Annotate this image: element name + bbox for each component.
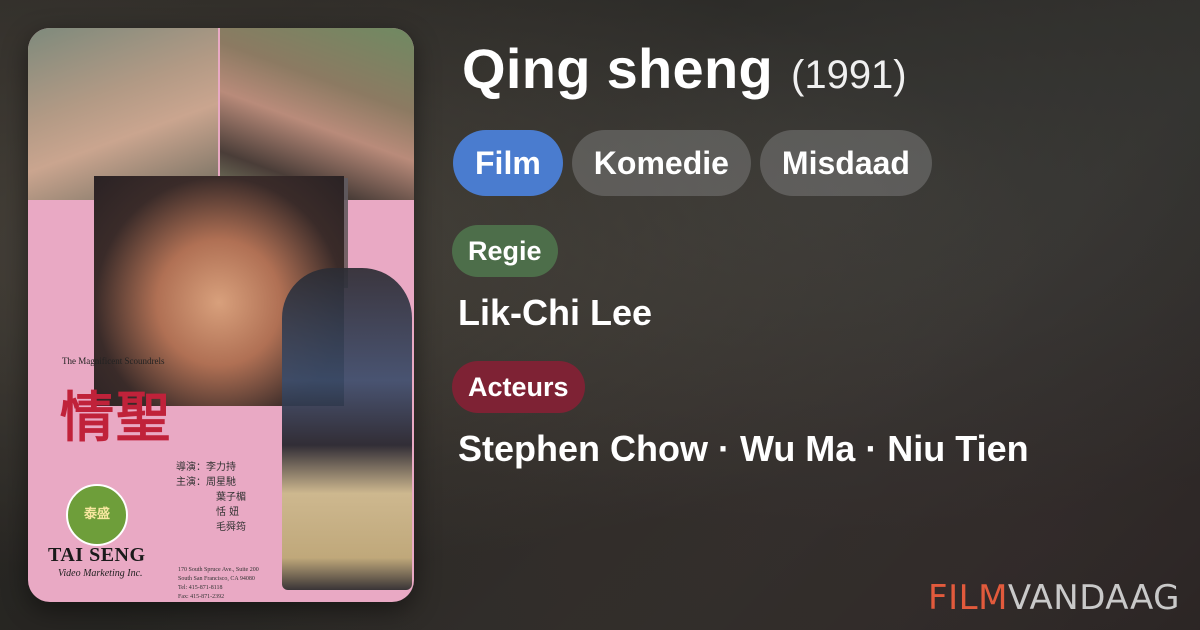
poster-credit-line: 導演：李力持	[176, 462, 236, 473]
brand-part-film: FILM	[928, 578, 1008, 618]
poster-photo-man	[282, 268, 412, 590]
genre-list: Film Komedie Misdaad	[453, 130, 932, 196]
title-row: Qing sheng (1991)	[462, 36, 907, 101]
poster-credit-line: 恬 妞	[216, 507, 240, 518]
poster-company-sub: Video Marketing Inc.	[58, 568, 143, 579]
actors-list[interactable]: Stephen Chow · Wu Ma · Niu Tien	[458, 428, 1029, 470]
poster-company: TAI SENG	[48, 544, 146, 566]
address-line: 170 South Spruce Ave., Suite 200	[178, 567, 259, 573]
movie-title: Qing sheng	[462, 37, 773, 100]
movie-poster[interactable]: The Magnificent Scoundrels 情聖 導演：李力持 主演：…	[28, 28, 414, 602]
poster-credit-line: 主演：周星馳	[176, 477, 236, 488]
filmvandaag-logo[interactable]: FILMVANDAAG	[928, 578, 1180, 618]
genre-tag-komedie[interactable]: Komedie	[571, 130, 751, 196]
address-line: South San Francisco, CA 94080	[178, 576, 255, 582]
genre-tag-film[interactable]: Film	[453, 130, 563, 196]
poster-address: 170 South Spruce Ave., Suite 200 South S…	[178, 566, 259, 602]
acteurs-label: Acteurs	[452, 361, 585, 413]
poster-english-title: The Magnificent Scoundrels	[62, 356, 165, 366]
poster-photo-woman-2	[220, 28, 414, 200]
movie-year: (1991)	[791, 53, 907, 97]
address-line: Tel: 415-871-8118	[178, 585, 223, 591]
director-name[interactable]: Lik-Chi Lee	[458, 292, 652, 334]
poster-credits: 導演：李力持 主演：周星馳 葉子楣 恬 妞 毛舜筠	[176, 460, 246, 535]
poster-chinese-title: 情聖	[60, 385, 172, 449]
poster-photo-woman	[28, 28, 218, 200]
poster-credit-line: 葉子楣	[216, 492, 246, 503]
regie-label: Regie	[452, 225, 558, 277]
tai-seng-logo: 泰盛	[66, 484, 128, 546]
genre-tag-misdaad[interactable]: Misdaad	[759, 130, 932, 196]
address-line: Fax: 415-871-2392	[178, 594, 225, 600]
poster-credit-line: 毛舜筠	[216, 522, 246, 533]
brand-part-vandaag: VANDAAG	[1007, 578, 1180, 618]
logo-text: 泰盛	[83, 507, 110, 522]
